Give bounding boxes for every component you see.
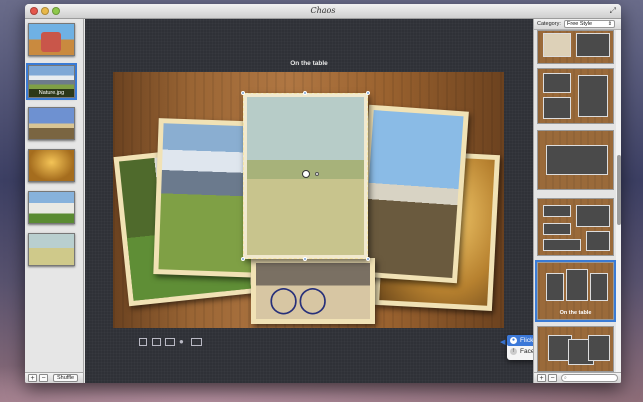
template-caption: On the table (559, 310, 592, 316)
collage-title: On the table (290, 60, 328, 67)
template-slot (543, 97, 571, 119)
template-slot (543, 205, 571, 217)
category-value: Free Style (567, 21, 593, 27)
photo-thumbnail-caption: Nature.jpg (29, 89, 74, 97)
template-slot (576, 205, 610, 227)
remove-photo-button[interactable]: − (39, 374, 48, 382)
template-item[interactable] (537, 198, 614, 256)
template-item-selected[interactable]: On the table (535, 260, 616, 322)
collage-board[interactable]: ◯◯ (113, 72, 504, 328)
resize-handle[interactable] (303, 257, 307, 261)
template-slot (588, 335, 610, 361)
category-select[interactable]: Free Style ⇕ (564, 20, 615, 28)
facebook-icon: f (510, 348, 517, 355)
crop-icon[interactable] (139, 338, 147, 346)
template-scrollbar[interactable] (616, 30, 621, 372)
photo-sidebar: Nature.jpg (25, 19, 84, 372)
resize-handle[interactable] (241, 257, 245, 261)
template-panel-footer: + − ⌕ (534, 372, 621, 383)
scrollbar-thumb[interactable] (617, 155, 621, 225)
template-item[interactable] (537, 30, 614, 64)
photo-thumbnail[interactable] (28, 107, 75, 140)
template-slot (543, 239, 581, 251)
caption-icon[interactable] (165, 338, 175, 346)
photo-thumbnail-image (41, 32, 61, 52)
template-slot (586, 231, 610, 251)
window-title: Chaos (310, 6, 336, 15)
collage-canvas: On the table ◯◯ ● ◀ ● Flickr f (85, 19, 567, 383)
remove-template-button[interactable]: − (548, 374, 557, 382)
resize-handle[interactable] (366, 91, 370, 95)
resize-handle[interactable] (303, 91, 307, 95)
search-icon: ⌕ (564, 375, 567, 381)
template-slot (543, 223, 571, 235)
template-slot (546, 145, 608, 175)
template-panel: Category: Free Style ⇕ On the table + − … (533, 19, 621, 383)
template-slot (576, 33, 610, 57)
collage-photo-image (362, 110, 464, 278)
template-item[interactable] (537, 326, 614, 372)
photo-sidebar-footer: + − Shuffle (25, 372, 84, 383)
aspect-ratio-icon[interactable] (191, 338, 202, 346)
template-slot (566, 269, 588, 301)
chevron-updown-icon: ⇕ (607, 21, 612, 27)
title-bar: Chaos ⤢ (25, 4, 621, 19)
rotate-handle[interactable] (302, 170, 310, 178)
flickr-icon: ● (510, 337, 517, 344)
shuffle-button[interactable]: Shuffle (53, 374, 78, 382)
resize-handle[interactable] (241, 91, 245, 95)
photo-thumbnail[interactable] (28, 191, 75, 224)
share-arrow-icon: ◀ (500, 339, 506, 346)
frame-icon[interactable] (152, 338, 161, 346)
template-item[interactable] (537, 68, 614, 124)
photo-thumbnail[interactable] (28, 233, 75, 266)
template-item[interactable] (537, 130, 614, 190)
template-slot (543, 73, 571, 93)
photo-thumbnail[interactable] (28, 23, 75, 56)
rotate-anchor[interactable] (315, 172, 319, 176)
template-slot (578, 75, 608, 117)
template-slot (546, 273, 564, 301)
template-slot (590, 273, 608, 301)
resize-handle[interactable] (366, 257, 370, 261)
category-label: Category: (537, 21, 561, 27)
collage-photo-lighthouse[interactable] (357, 104, 469, 284)
photo-thumbnail-selected[interactable]: Nature.jpg (26, 63, 77, 100)
template-search-input[interactable]: ⌕ (561, 374, 618, 382)
sunglasses-icon: ◯◯ (269, 284, 328, 314)
add-template-button[interactable]: + (537, 374, 546, 382)
add-photo-button[interactable]: + (28, 374, 37, 382)
template-slot (543, 33, 571, 57)
fullscreen-icon[interactable]: ⤢ (610, 6, 616, 16)
app-window: Chaos ⤢ Nature.jpg + − Shuffle On the ta… (25, 4, 621, 383)
color-drop-icon[interactable]: ● (179, 337, 184, 346)
photo-thumbnail[interactable] (28, 149, 75, 182)
template-list: On the table (534, 30, 616, 372)
category-bar: Category: Free Style ⇕ (534, 19, 621, 30)
